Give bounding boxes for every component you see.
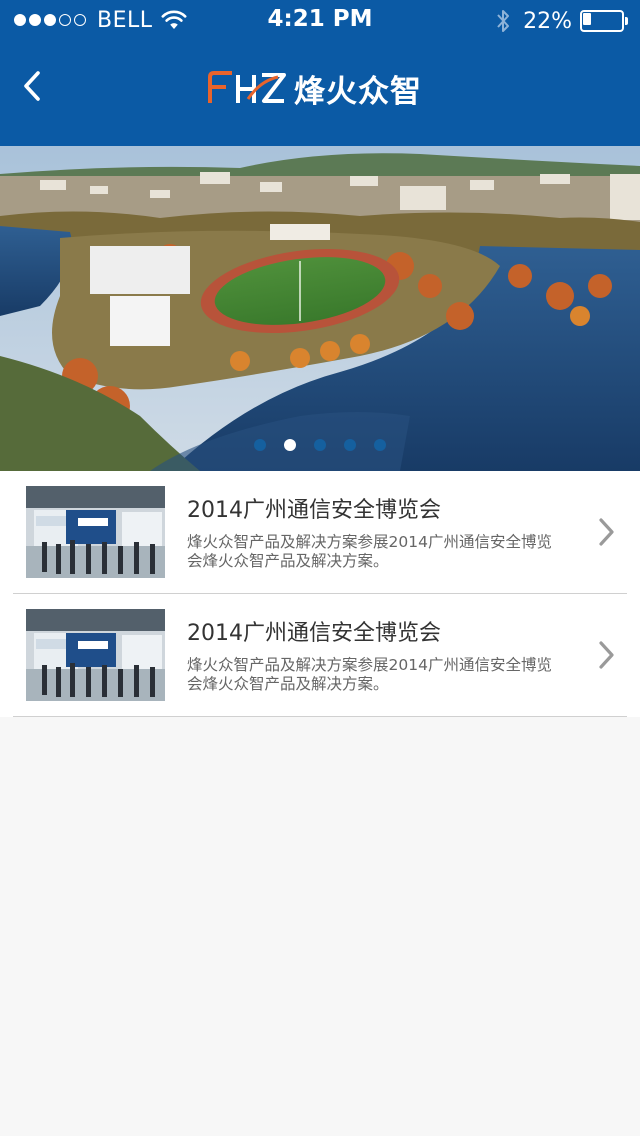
chevron-right-icon: [596, 517, 618, 547]
carousel-pager: [0, 439, 640, 451]
pager-dot[interactable]: [314, 439, 326, 451]
battery-icon: [580, 10, 628, 32]
battery-percent: 22%: [523, 8, 572, 34]
fhz-logo-mark: [208, 71, 286, 103]
news-list: 2014广州通信安全博览会 烽火众智产品及解决方案参展2014广州通信安全博览会…: [0, 471, 640, 717]
item-description: 烽火众智产品及解决方案参展2014广州通信安全博览会烽火众智产品及解决方案。: [187, 656, 552, 693]
bluetooth-icon: [495, 8, 511, 34]
back-button[interactable]: [12, 66, 52, 110]
list-item[interactable]: 2014广州通信安全博览会 烽火众智产品及解决方案参展2014广州通信安全博览会…: [0, 594, 640, 717]
item-thumbnail: [26, 609, 165, 701]
divider: [13, 716, 627, 717]
item-description: 烽火众智产品及解决方案参展2014广州通信安全博览会烽火众智产品及解决方案。: [187, 533, 552, 570]
banner-image: [0, 146, 640, 471]
item-title: 2014广州通信安全博览会: [187, 621, 441, 646]
chevron-left-icon: [21, 70, 43, 106]
app-logo: 烽火众智: [208, 68, 422, 110]
item-title: 2014广州通信安全博览会: [187, 498, 441, 523]
status-bar: BELL 4:21 PM 22%: [0, 0, 640, 40]
pager-dot[interactable]: [254, 439, 266, 451]
item-thumbnail: [26, 486, 165, 578]
app-header: BELL 4:21 PM 22% 烽火众智: [0, 0, 640, 146]
pager-dot[interactable]: [374, 439, 386, 451]
pager-dot[interactable]: [284, 439, 296, 451]
pager-dot[interactable]: [344, 439, 356, 451]
banner-carousel[interactable]: [0, 146, 640, 471]
status-right: 22%: [495, 8, 628, 34]
battery-fill: [583, 13, 591, 25]
nav-bar: 烽火众智: [0, 40, 640, 146]
list-item[interactable]: 2014广州通信安全博览会 烽火众智产品及解决方案参展2014广州通信安全博览会…: [0, 471, 640, 594]
logo-name: 烽火众智: [294, 73, 422, 110]
chevron-right-icon: [596, 640, 618, 670]
battery-tip: [625, 17, 628, 25]
